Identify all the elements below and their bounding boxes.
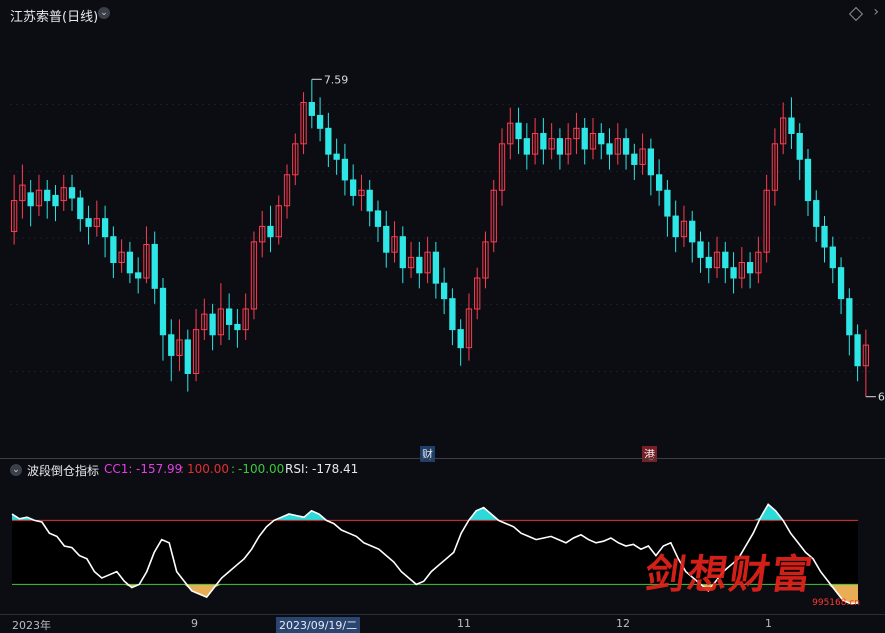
indicator-chevron-icon[interactable]: ⌄ xyxy=(10,464,22,476)
candle-body xyxy=(746,262,754,274)
candle-body xyxy=(27,192,34,207)
upper-value: 100.00 xyxy=(187,462,229,476)
cc1-value: -157.99 xyxy=(136,462,183,476)
candle-body xyxy=(432,251,440,284)
candle-body xyxy=(664,189,671,217)
candle-body xyxy=(308,102,315,116)
chevron-right-icon[interactable]: › xyxy=(873,4,879,20)
candle-body xyxy=(730,267,737,279)
candle-body xyxy=(705,256,712,269)
candle-body xyxy=(722,251,729,269)
candle-body xyxy=(796,132,803,160)
x-label: 9 xyxy=(191,617,198,630)
candle-body xyxy=(234,323,241,331)
candle-body xyxy=(159,287,167,336)
stock-title[interactable]: 江苏索普(日线) xyxy=(10,6,98,25)
candle-body xyxy=(110,236,117,264)
candle-body xyxy=(383,225,390,253)
candle-body xyxy=(350,179,357,196)
candle-body xyxy=(126,251,134,274)
candle-body xyxy=(556,138,564,155)
candle-body xyxy=(672,215,679,238)
candle-body xyxy=(606,143,613,155)
candlestick-svg: 7.59 6.38 xyxy=(10,73,885,404)
candle-body xyxy=(101,218,109,238)
candle-body xyxy=(457,329,464,349)
sep-1: : xyxy=(180,462,185,476)
candle-body xyxy=(341,158,349,181)
candle-body xyxy=(697,241,704,258)
candle-body xyxy=(416,256,423,274)
candle-body xyxy=(440,282,448,300)
candle-body xyxy=(804,158,812,202)
candle-body xyxy=(598,132,605,145)
candle-body xyxy=(366,189,373,212)
candle-body xyxy=(829,246,836,269)
pane-divider[interactable] xyxy=(0,458,885,459)
candle-body xyxy=(316,114,324,129)
candle-body xyxy=(333,153,340,160)
candle-body xyxy=(399,236,406,269)
candle-body xyxy=(44,189,51,202)
diamond-icon[interactable] xyxy=(848,6,864,22)
candle-body xyxy=(689,220,696,243)
candle-body xyxy=(515,122,522,140)
candle-body xyxy=(374,210,382,227)
candle-body xyxy=(68,187,76,199)
candle-body xyxy=(788,117,795,134)
x-label: 12 xyxy=(616,617,630,630)
candle-body xyxy=(52,194,59,207)
candle-body xyxy=(655,174,663,191)
watermark-text: 剑想财富 xyxy=(642,551,817,598)
candle-body xyxy=(85,218,92,227)
candle-body xyxy=(77,197,84,220)
candle-body xyxy=(631,153,638,165)
indicator-name[interactable]: 波段倒仓指标 xyxy=(27,462,99,479)
candle-body xyxy=(225,308,233,325)
event-tag-finance[interactable]: 财 xyxy=(420,446,435,462)
candle-body xyxy=(168,334,175,356)
candle-body xyxy=(267,225,274,238)
candle-body xyxy=(813,200,820,227)
candle-body xyxy=(854,334,861,367)
x-label: 2023年 xyxy=(12,619,51,632)
chart-header: 江苏索普(日线) ⌄ › xyxy=(0,0,885,28)
low-price-label: 6.38 xyxy=(878,391,885,404)
candle-body xyxy=(523,138,530,155)
high-price-label: 7.59 xyxy=(324,73,349,86)
candle-body xyxy=(622,138,630,155)
candle-body xyxy=(135,272,142,279)
x-label: 11 xyxy=(457,617,471,630)
overbought-area xyxy=(12,504,858,521)
candle-body xyxy=(846,298,853,336)
x-label-selected: 2023/09/19/二 xyxy=(276,617,361,633)
candlestick-chart[interactable]: 7.59 6.38 xyxy=(0,28,885,458)
candle-body xyxy=(449,298,456,331)
sep-2: : xyxy=(231,462,236,476)
candle-body xyxy=(837,267,845,300)
candle-body xyxy=(821,225,828,248)
indicator-header: ⌄ 波段倒仓指标 CC1: -157.99 : 100.00 : -100.00… xyxy=(0,462,885,480)
candle-body xyxy=(184,339,191,374)
candle-body xyxy=(325,127,332,155)
candle-body xyxy=(647,148,655,176)
watermark: 剑想财富 995168.cn xyxy=(640,540,860,620)
chevron-down-icon[interactable]: ⌄ xyxy=(98,7,110,19)
candle-body xyxy=(151,243,158,289)
candle-body xyxy=(209,313,216,336)
cc1-label: CC1: xyxy=(104,462,133,476)
rsi-label: RSI: xyxy=(285,462,309,476)
rsi-value: -178.41 xyxy=(312,462,359,476)
watermark-url: 995168.cn xyxy=(812,598,860,608)
event-tag-hk[interactable]: 港 xyxy=(642,446,657,462)
lower-value: -100.00 xyxy=(238,462,285,476)
candle-body xyxy=(540,132,547,150)
candle-body xyxy=(581,127,588,150)
